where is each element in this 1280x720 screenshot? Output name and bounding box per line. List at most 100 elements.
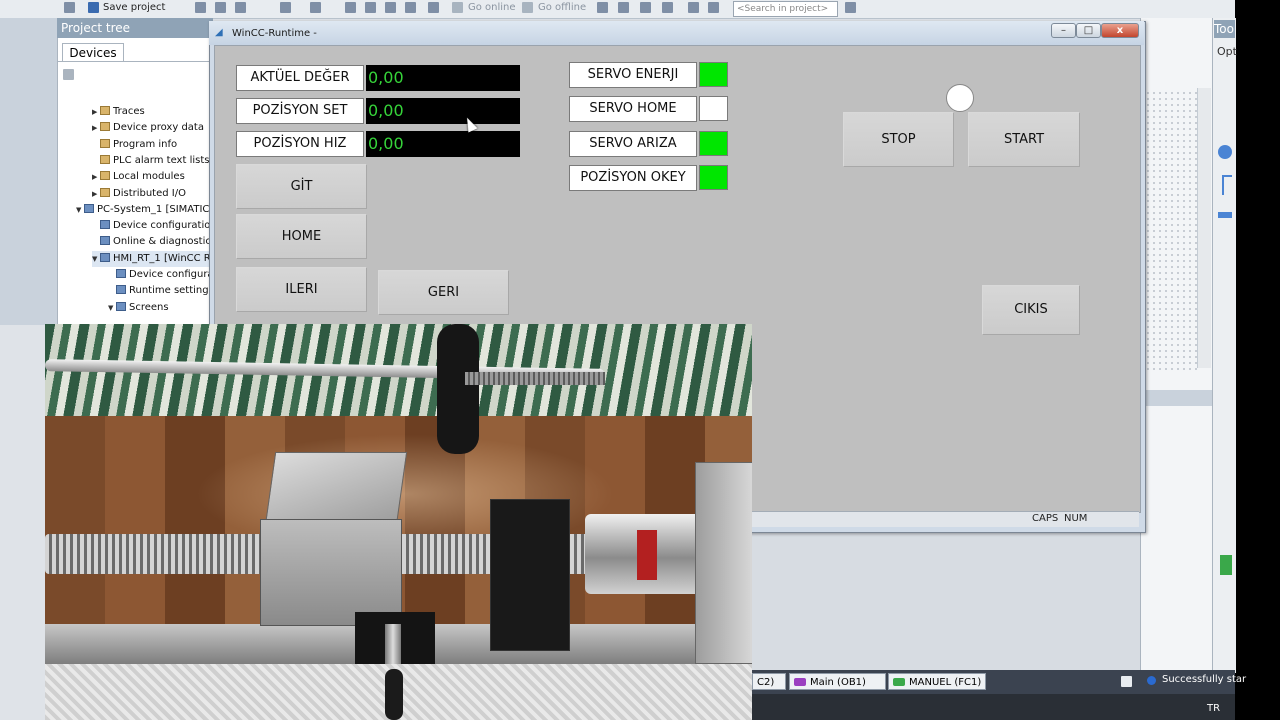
task-item-manuel-fc1[interactable]: MANUEL (FC1)	[888, 673, 986, 690]
start-cpu-icon[interactable]	[640, 2, 651, 13]
main-toolbar: Save project Go online Go offline	[0, 0, 1235, 19]
search-go-icon[interactable]	[845, 2, 856, 13]
ob-block-icon	[794, 678, 806, 686]
task-item-fc2[interactable]: C2)	[752, 673, 786, 690]
expand-icon[interactable]: ▶	[92, 104, 100, 120]
cikis-button[interactable]: CIKIS	[982, 285, 1080, 335]
run-status-lamp	[946, 84, 974, 112]
tree-node-icon	[100, 171, 110, 180]
go-offline-icon[interactable]	[522, 2, 533, 13]
servo-enerji-label: SERVO ENERJI	[569, 62, 697, 88]
save-project-button[interactable]: Save project	[103, 2, 165, 13]
close-button[interactable]: x	[1101, 23, 1139, 38]
copy-icon[interactable]	[215, 2, 226, 13]
tree-node-icon	[100, 122, 110, 131]
split-vertical-icon[interactable]	[708, 2, 719, 13]
carriage-block	[260, 519, 402, 626]
tab-devices[interactable]: Devices	[62, 43, 124, 62]
windows-taskbar	[752, 694, 1235, 720]
collapse-icon[interactable]: ▼	[76, 202, 84, 218]
tree-item[interactable]: ▶ Distributed I/O	[92, 186, 209, 202]
screen-grid	[1145, 90, 1197, 370]
start-button[interactable]: START	[968, 112, 1080, 167]
maximize-button[interactable]: □	[1076, 23, 1101, 38]
stop-button[interactable]: STOP	[843, 112, 954, 167]
tree-item[interactable]: Device configuration	[108, 267, 209, 283]
save-icon[interactable]	[88, 2, 99, 13]
tree-node-icon	[84, 204, 94, 213]
tree-item[interactable]: Program info	[92, 137, 209, 153]
ileri-button[interactable]: ILERI	[236, 267, 367, 312]
project-tree-title: Project tree	[57, 18, 213, 38]
tree-item[interactable]: ▶ Traces	[92, 104, 209, 120]
redo-icon[interactable]	[310, 2, 321, 13]
servo-ariza-indicator	[699, 131, 728, 156]
pozisyon-hiz-input[interactable]: 0,00	[366, 131, 520, 157]
compile-icon[interactable]	[345, 2, 356, 13]
tree-item[interactable]: Online & diagnostics	[92, 234, 209, 250]
tree-item-label: HMI_RT_1 [WinCC R	[113, 253, 209, 264]
tree-item[interactable]: ▶ Local modules	[92, 169, 209, 185]
connector-tool-icon[interactable]	[1222, 175, 1232, 195]
accessible-devices-icon[interactable]	[597, 2, 608, 13]
vertical-scrollbar[interactable]	[1197, 88, 1211, 368]
runtime-icon[interactable]	[428, 2, 439, 13]
go-online-icon[interactable]	[452, 2, 463, 13]
new-project-icon[interactable]	[64, 2, 75, 13]
pozisyon-set-input[interactable]: 0,00	[366, 98, 520, 124]
git-button[interactable]: GİT	[236, 164, 367, 209]
panel-header	[1140, 390, 1212, 406]
add-device-icon[interactable]	[63, 69, 74, 80]
cross-reference-icon[interactable]	[618, 2, 629, 13]
home-button[interactable]: HOME	[236, 214, 367, 259]
tree-item-label: Program info	[113, 139, 178, 150]
tree-item-label: PC-System_1 [SIMATIC	[97, 204, 209, 215]
paste-icon[interactable]	[235, 2, 246, 13]
rectangle-tool-icon[interactable]	[1218, 212, 1232, 218]
tree-item[interactable]: ▶ Device proxy data	[92, 120, 209, 136]
search-input[interactable]: <Search in project>	[733, 1, 838, 17]
wincc-logo-icon: ◢	[215, 27, 223, 38]
stop-cpu-icon[interactable]	[662, 2, 673, 13]
cut-icon[interactable]	[195, 2, 206, 13]
language-indicator[interactable]: TR	[1207, 703, 1220, 714]
tree-item[interactable]: ▼ Screens	[108, 300, 209, 316]
wincc-titlebar[interactable]	[209, 21, 1144, 45]
collapse-icon[interactable]: ▼	[92, 251, 100, 267]
servo-enerji-indicator	[699, 62, 728, 87]
download-icon[interactable]	[365, 2, 376, 13]
pozisyon-hiz-label: POZİSYON HIZ	[236, 131, 364, 157]
status-message: Successfully star	[1162, 674, 1247, 685]
expand-icon[interactable]: ▶	[92, 186, 100, 202]
info-icon	[1147, 676, 1156, 685]
tree-node-icon	[100, 106, 110, 115]
tree-item[interactable]: Device configuration	[92, 218, 209, 234]
collapse-icon[interactable]: ▼	[108, 300, 116, 316]
split-horizontal-icon[interactable]	[688, 2, 699, 13]
expand-icon[interactable]: ▶	[92, 169, 100, 185]
tree-item-label: Traces	[113, 106, 145, 117]
task-item-label: MANUEL (FC1)	[909, 677, 982, 688]
tree-item[interactable]: Runtime settings	[108, 283, 209, 299]
circle-tool-icon[interactable]	[1218, 145, 1232, 159]
tree-item[interactable]: ▼ PC-System_1 [SIMATIC	[76, 202, 209, 218]
geri-button[interactable]: GERI	[378, 270, 509, 315]
tree-node-icon	[100, 155, 110, 164]
minimize-button[interactable]: –	[1051, 23, 1076, 38]
servo-ariza-label: SERVO ARIZA	[569, 131, 697, 157]
go-offline-button[interactable]: Go offline	[538, 2, 586, 13]
undo-icon[interactable]	[280, 2, 291, 13]
upload-device-icon[interactable]	[405, 2, 416, 13]
tree-item-label: Local modules	[113, 171, 185, 182]
expand-icon[interactable]: ▶	[92, 120, 100, 136]
overview-icon[interactable]	[1121, 676, 1132, 687]
caps-indicator: CAPS	[1032, 513, 1059, 524]
servo-home-indicator	[699, 96, 728, 121]
upload-icon[interactable]	[385, 2, 396, 13]
go-online-button[interactable]: Go online	[468, 2, 516, 13]
tree-node-icon	[116, 285, 126, 294]
tree-item[interactable]: PLC alarm text lists	[92, 153, 209, 169]
task-item-main-ob1[interactable]: Main (OB1)	[789, 673, 886, 690]
battery-icon	[1220, 555, 1232, 575]
tree-item[interactable]: ▼ HMI_RT_1 [WinCC R	[92, 251, 209, 267]
